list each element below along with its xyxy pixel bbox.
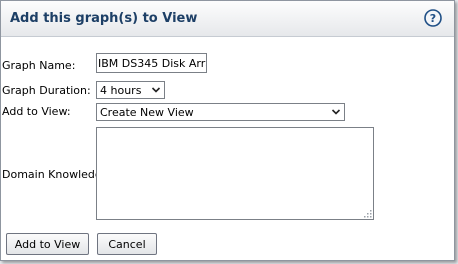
graph-duration-value: 4 hours bbox=[100, 84, 142, 97]
add-to-view-dialog: Add this graph(s) to View ? Graph Name: … bbox=[0, 0, 455, 261]
graph-name-input[interactable] bbox=[96, 53, 207, 73]
chevron-down-icon bbox=[151, 87, 161, 93]
domain-knowledge-textarea[interactable] bbox=[96, 127, 374, 220]
help-question-icon[interactable]: ? bbox=[424, 9, 442, 27]
cancel-button[interactable]: Cancel bbox=[97, 233, 157, 255]
graph-duration-select[interactable]: 4 hours bbox=[96, 81, 165, 99]
add-to-view-button[interactable]: Add to View bbox=[6, 233, 89, 255]
dialog-title: Add this graph(s) to View bbox=[10, 11, 198, 26]
add-to-view-select[interactable]: Create New View bbox=[96, 103, 345, 121]
graph-name-label: Graph Name: bbox=[2, 59, 76, 72]
add-to-view-label: Add to View: bbox=[2, 105, 71, 118]
graph-duration-label: Graph Duration: bbox=[2, 84, 91, 97]
dialog-titlebar: Add this graph(s) to View ? bbox=[1, 1, 454, 37]
chevron-down-icon bbox=[331, 109, 341, 115]
add-to-view-value: Create New View bbox=[100, 106, 194, 119]
svg-text:?: ? bbox=[430, 12, 436, 25]
